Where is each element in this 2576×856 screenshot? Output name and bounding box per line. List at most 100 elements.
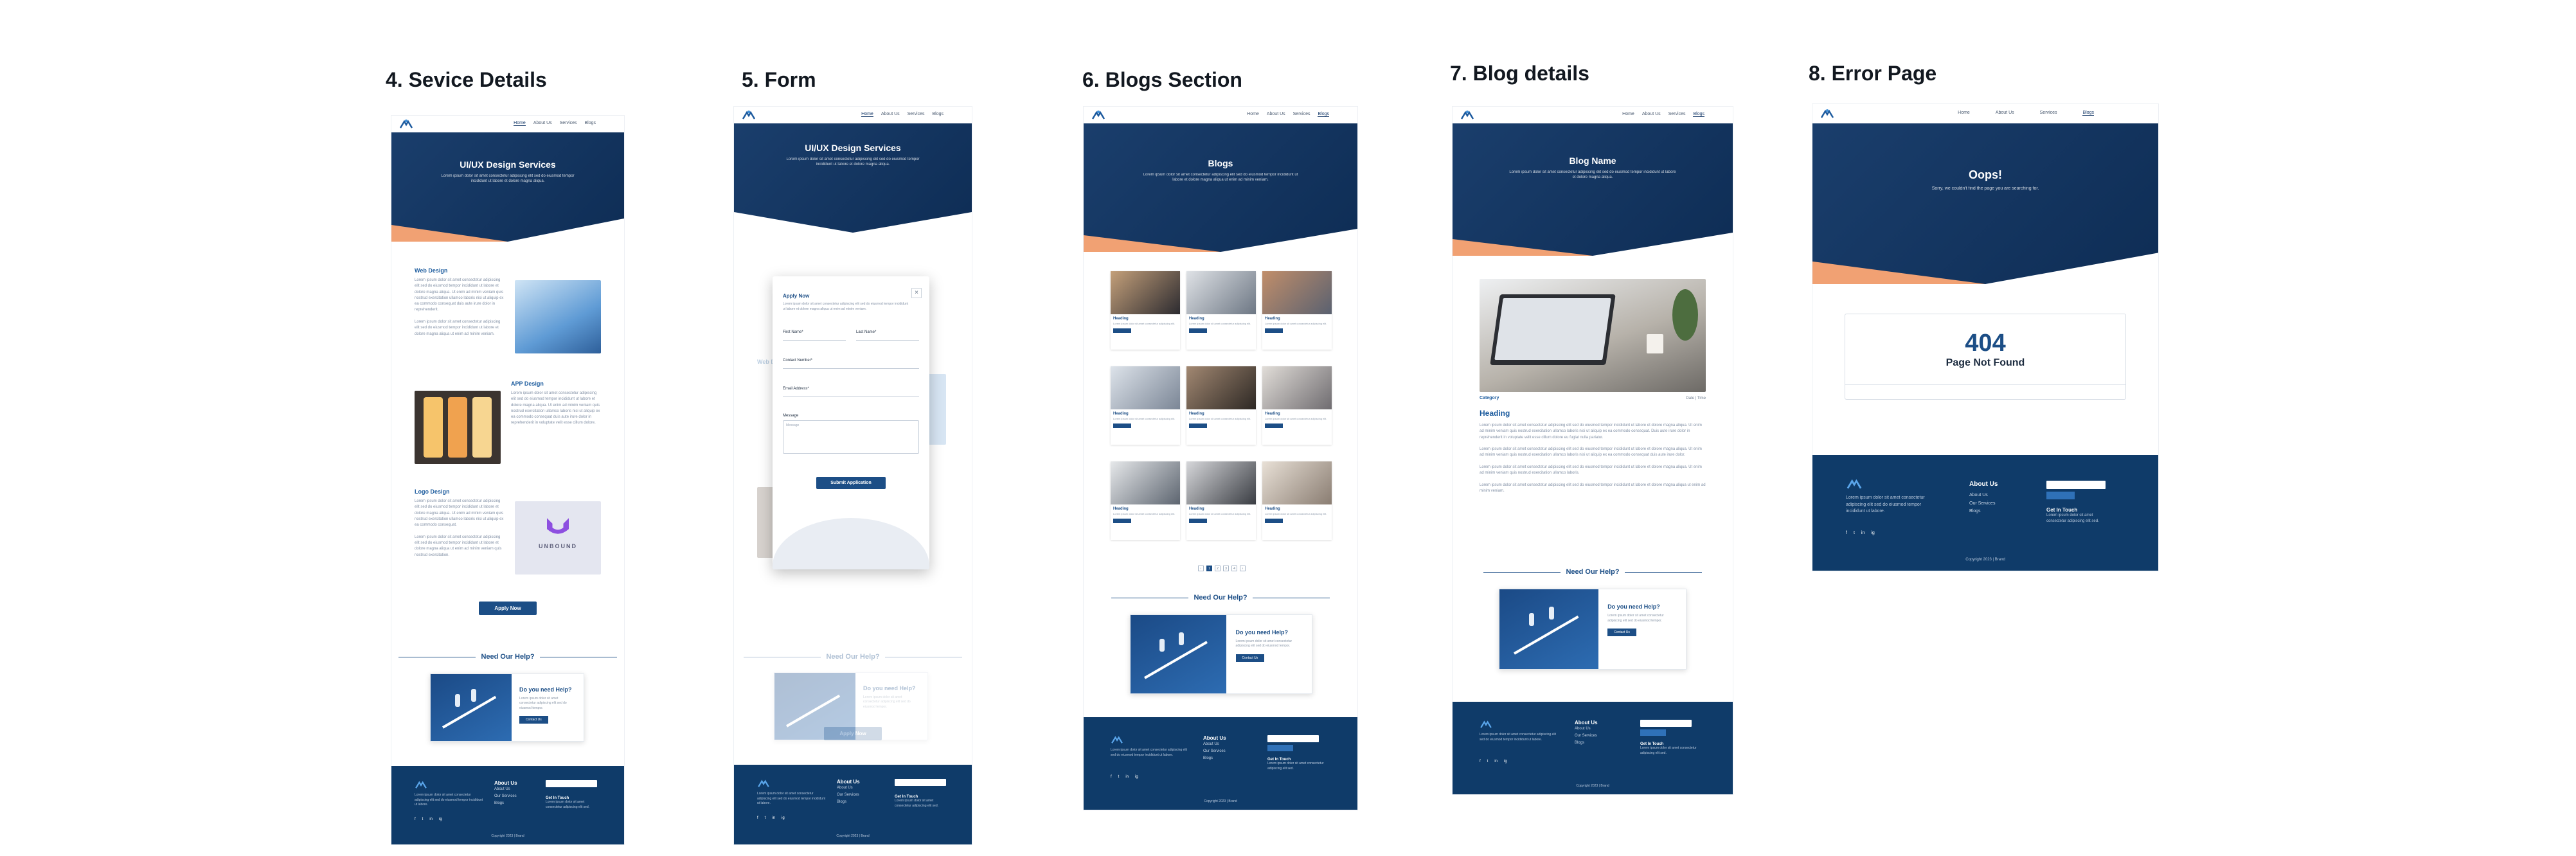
apply-now-button[interactable]: Apply Now bbox=[479, 602, 537, 615]
twitter-icon[interactable]: t bbox=[1854, 531, 1855, 535]
help-text: Lorem ipsum dolor sit amet consectetur a… bbox=[1235, 639, 1292, 648]
pager-page[interactable]: 1 bbox=[1206, 566, 1212, 571]
nav-services[interactable]: Services bbox=[908, 112, 925, 117]
instagram-icon[interactable]: ig bbox=[1504, 760, 1507, 763]
twitter-icon[interactable]: t bbox=[1118, 775, 1120, 779]
read-more-button[interactable] bbox=[1113, 328, 1131, 333]
nav-blogs[interactable]: Blogs bbox=[1318, 112, 1329, 117]
newsletter-email-input[interactable] bbox=[546, 780, 597, 787]
facebook-icon[interactable]: f bbox=[1111, 775, 1112, 779]
first-name-field[interactable] bbox=[783, 334, 846, 341]
footer-link[interactable]: About Us bbox=[1969, 492, 1998, 500]
twitter-icon[interactable]: t bbox=[1487, 760, 1489, 763]
contact-field[interactable] bbox=[783, 362, 919, 369]
nav-blogs[interactable]: Blogs bbox=[932, 112, 944, 117]
subscribe-button[interactable] bbox=[1267, 745, 1293, 751]
message-textarea[interactable]: Message bbox=[783, 420, 919, 454]
nav-services[interactable]: Services bbox=[1668, 112, 1686, 117]
nav-services[interactable]: Services bbox=[560, 121, 577, 126]
read-more-button[interactable] bbox=[1189, 328, 1207, 333]
linkedin-icon[interactable]: in bbox=[1861, 531, 1865, 535]
blog-card[interactable]: Heading Lorem ipsum dolor sit amet consec… bbox=[1111, 461, 1180, 540]
subscribe-button[interactable] bbox=[1640, 729, 1666, 736]
footer-link[interactable]: About Us bbox=[1203, 741, 1226, 748]
instagram-icon[interactable]: ig bbox=[439, 817, 442, 821]
blog-card[interactable]: Heading Lorem ipsum dolor sit amet consec… bbox=[1186, 271, 1256, 350]
nav-home[interactable]: Home bbox=[1622, 112, 1634, 117]
twitter-icon[interactable]: t bbox=[765, 816, 766, 820]
pager-page[interactable]: 4 bbox=[1231, 566, 1237, 571]
email-field[interactable] bbox=[783, 391, 919, 397]
nav-home[interactable]: Home bbox=[514, 121, 526, 126]
nav-about[interactable]: About Us bbox=[1267, 112, 1285, 117]
read-more-button[interactable] bbox=[1265, 328, 1283, 333]
instagram-icon[interactable]: ig bbox=[782, 816, 785, 820]
footer-link[interactable]: Blogs bbox=[837, 799, 860, 806]
nav-home[interactable]: Home bbox=[1247, 112, 1259, 117]
close-icon[interactable]: × bbox=[911, 288, 922, 298]
blog-card[interactable]: Heading Lorem ipsum dolor sit amet consec… bbox=[1262, 271, 1332, 350]
footer-link[interactable]: Our Services bbox=[1575, 733, 1598, 740]
footer-link[interactable]: Our Services bbox=[837, 792, 860, 799]
facebook-icon[interactable]: f bbox=[415, 817, 416, 821]
nav-blogs[interactable]: Blogs bbox=[2082, 111, 2094, 116]
footer-link[interactable]: About Us bbox=[494, 786, 517, 793]
newsletter-email-input[interactable] bbox=[2046, 481, 2106, 489]
footer-link[interactable]: About Us bbox=[837, 785, 860, 792]
last-name-field[interactable] bbox=[856, 334, 919, 341]
linkedin-icon[interactable]: in bbox=[772, 816, 775, 820]
contact-us-button[interactable]: Contact Us bbox=[1607, 629, 1636, 637]
facebook-icon[interactable]: f bbox=[1480, 760, 1481, 763]
contact-us-button[interactable]: Contact Us bbox=[519, 716, 548, 724]
nav-about[interactable]: About Us bbox=[533, 121, 552, 126]
read-more-button[interactable] bbox=[1265, 423, 1283, 428]
blog-card[interactable]: Heading Lorem ipsum dolor sit amet consec… bbox=[1111, 366, 1180, 445]
submit-application-button[interactable]: Submit Application bbox=[816, 477, 886, 489]
footer-link[interactable]: Blogs bbox=[1969, 508, 1998, 516]
linkedin-icon[interactable]: in bbox=[1494, 760, 1498, 763]
footer-link[interactable]: Blogs bbox=[494, 800, 517, 807]
linkedin-icon[interactable]: in bbox=[429, 817, 433, 821]
newsletter-email-input[interactable] bbox=[1267, 735, 1319, 742]
footer-link[interactable]: Our Services bbox=[494, 793, 517, 800]
nav-services[interactable]: Services bbox=[1293, 112, 1310, 117]
get-in-touch-title: Get In Touch bbox=[2046, 507, 2078, 513]
newsletter-email-input[interactable] bbox=[895, 779, 946, 786]
blog-card[interactable]: Heading Lorem ipsum dolor sit amet consec… bbox=[1262, 366, 1332, 445]
nav-services[interactable]: Services bbox=[2040, 111, 2057, 116]
linkedin-icon[interactable]: in bbox=[1125, 775, 1129, 779]
nav-about[interactable]: About Us bbox=[1996, 111, 2014, 116]
nav-home[interactable]: Home bbox=[1958, 111, 1970, 116]
pager-next[interactable]: › bbox=[1240, 566, 1246, 571]
nav-blogs[interactable]: Blogs bbox=[584, 121, 596, 126]
blog-card[interactable]: Heading Lorem ipsum dolor sit amet consec… bbox=[1186, 461, 1256, 540]
nav-home[interactable]: Home bbox=[861, 112, 873, 117]
read-more-button[interactable] bbox=[1189, 518, 1207, 523]
footer-link[interactable]: About Us bbox=[1575, 726, 1598, 733]
pager-prev[interactable]: ‹ bbox=[1198, 566, 1204, 571]
instagram-icon[interactable]: ig bbox=[1871, 531, 1874, 535]
footer-link[interactable]: Blogs bbox=[1203, 755, 1226, 762]
facebook-icon[interactable]: f bbox=[757, 816, 758, 820]
nav-about[interactable]: About Us bbox=[881, 112, 900, 117]
blog-card[interactable]: Heading Lorem ipsum dolor sit amet consec… bbox=[1111, 271, 1180, 350]
footer-link[interactable]: Our Services bbox=[1969, 500, 1998, 508]
contact-us-button[interactable]: Contact Us bbox=[1235, 654, 1265, 662]
blog-card[interactable]: Heading Lorem ipsum dolor sit amet consec… bbox=[1186, 366, 1256, 445]
pager-page[interactable]: 3 bbox=[1223, 566, 1229, 571]
newsletter-email-input[interactable] bbox=[1640, 720, 1692, 727]
facebook-icon[interactable]: f bbox=[1846, 531, 1847, 535]
read-more-button[interactable] bbox=[1265, 518, 1283, 523]
nav-about[interactable]: About Us bbox=[1642, 112, 1661, 117]
instagram-icon[interactable]: ig bbox=[1135, 775, 1138, 779]
nav-blogs[interactable]: Blogs bbox=[1693, 112, 1704, 117]
read-more-button[interactable] bbox=[1113, 423, 1131, 428]
blog-card[interactable]: Heading Lorem ipsum dolor sit amet consec… bbox=[1262, 461, 1332, 540]
read-more-button[interactable] bbox=[1189, 423, 1207, 428]
footer-link[interactable]: Blogs bbox=[1575, 740, 1598, 747]
twitter-icon[interactable]: t bbox=[422, 817, 424, 821]
subscribe-button[interactable] bbox=[2046, 492, 2075, 499]
footer-link[interactable]: Our Services bbox=[1203, 748, 1226, 755]
pager-page[interactable]: 2 bbox=[1215, 566, 1221, 571]
read-more-button[interactable] bbox=[1113, 518, 1131, 523]
